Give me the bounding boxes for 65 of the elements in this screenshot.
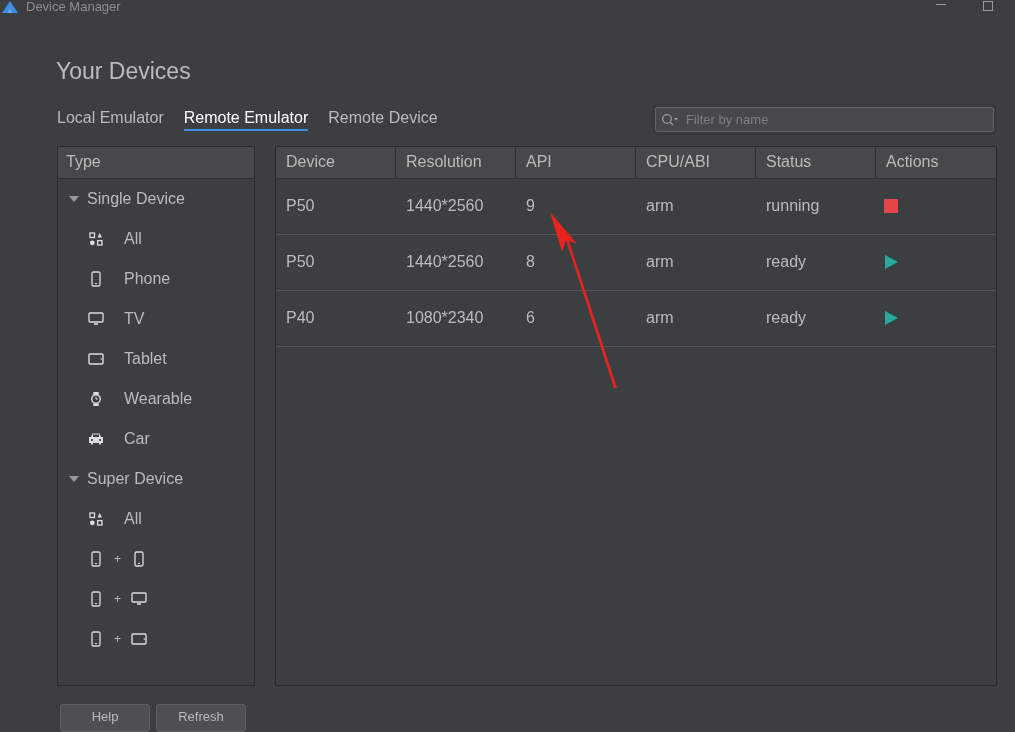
- table-cell: 6: [526, 309, 535, 327]
- phone-icon: [91, 270, 101, 287]
- stop-button[interactable]: [884, 199, 898, 214]
- tree-item[interactable]: All: [124, 506, 142, 531]
- watch-icon: [90, 390, 102, 407]
- shapes-icon: [89, 511, 103, 526]
- phone-icon: [91, 550, 101, 567]
- group-label: Single Device: [87, 188, 185, 209]
- group-label: Super Device: [87, 468, 184, 489]
- table-cell: running: [766, 197, 820, 215]
- tab[interactable]: Remote Emulator: [183, 108, 309, 132]
- table-cell: ready: [766, 309, 807, 327]
- phone-icon: [91, 590, 101, 607]
- tree-item[interactable]: Wearable: [124, 386, 193, 411]
- maximize-button[interactable]: [983, 1, 993, 11]
- table-cell: arm: [646, 309, 674, 327]
- window-title: Device Manager: [26, 0, 121, 14]
- panel-header: Type: [66, 152, 101, 173]
- button[interactable]: Help: [60, 704, 150, 732]
- play-button[interactable]: [884, 311, 898, 326]
- table-cell: 1440*2560: [406, 197, 484, 215]
- tablet-icon: [88, 352, 104, 365]
- tree-group[interactable]: Super Device: [58, 458, 254, 499]
- table-cell: 9: [526, 197, 535, 215]
- tree-item[interactable]: Phone: [124, 266, 171, 291]
- plus-sign: +: [114, 630, 121, 648]
- table-cell: 1080*2340: [406, 309, 484, 327]
- search-field[interactable]: Filter by name: [655, 107, 994, 133]
- column-header: Resolution: [406, 152, 482, 173]
- phone-icon: [134, 550, 144, 567]
- tab[interactable]: Local Emulator: [57, 108, 164, 132]
- search-icon: [661, 113, 679, 128]
- tree-item[interactable]: Car: [124, 426, 150, 451]
- table-cell: 1440*2560: [406, 253, 484, 271]
- play-button[interactable]: [884, 255, 898, 270]
- logo-icon: [2, 1, 18, 13]
- shapes-icon: [89, 231, 103, 246]
- car-icon: [88, 432, 104, 446]
- tab[interactable]: Remote Device: [328, 108, 438, 132]
- monitor-icon: [131, 591, 147, 606]
- table-cell: ready: [766, 253, 807, 271]
- button[interactable]: Refresh: [156, 704, 246, 732]
- tree-group[interactable]: Single Device: [58, 178, 254, 219]
- caret-down-icon: [69, 474, 79, 483]
- column-header: Actions: [886, 152, 939, 173]
- table-cell: P40: [286, 309, 315, 327]
- column-header: Status: [766, 152, 812, 173]
- table-cell: arm: [646, 253, 674, 271]
- tree-item[interactable]: All: [124, 226, 142, 251]
- column-header: CPU/ABI: [646, 152, 710, 173]
- table-cell: 8: [526, 253, 535, 271]
- table-cell: P50: [286, 197, 315, 215]
- column-header: Device: [286, 152, 335, 173]
- monitor-icon: [88, 311, 104, 326]
- plus-sign: +: [114, 550, 121, 568]
- tree-item[interactable]: TV: [124, 306, 145, 331]
- table-cell: arm: [646, 197, 674, 215]
- table-cell: P50: [286, 253, 315, 271]
- phone-icon: [91, 630, 101, 647]
- caret-down-icon: [69, 194, 79, 203]
- column-header: API: [526, 152, 552, 173]
- plus-sign: +: [114, 590, 121, 608]
- tablet-icon: [131, 632, 147, 645]
- page-heading: Your Devices: [56, 57, 192, 85]
- tree-item[interactable]: Tablet: [124, 346, 167, 371]
